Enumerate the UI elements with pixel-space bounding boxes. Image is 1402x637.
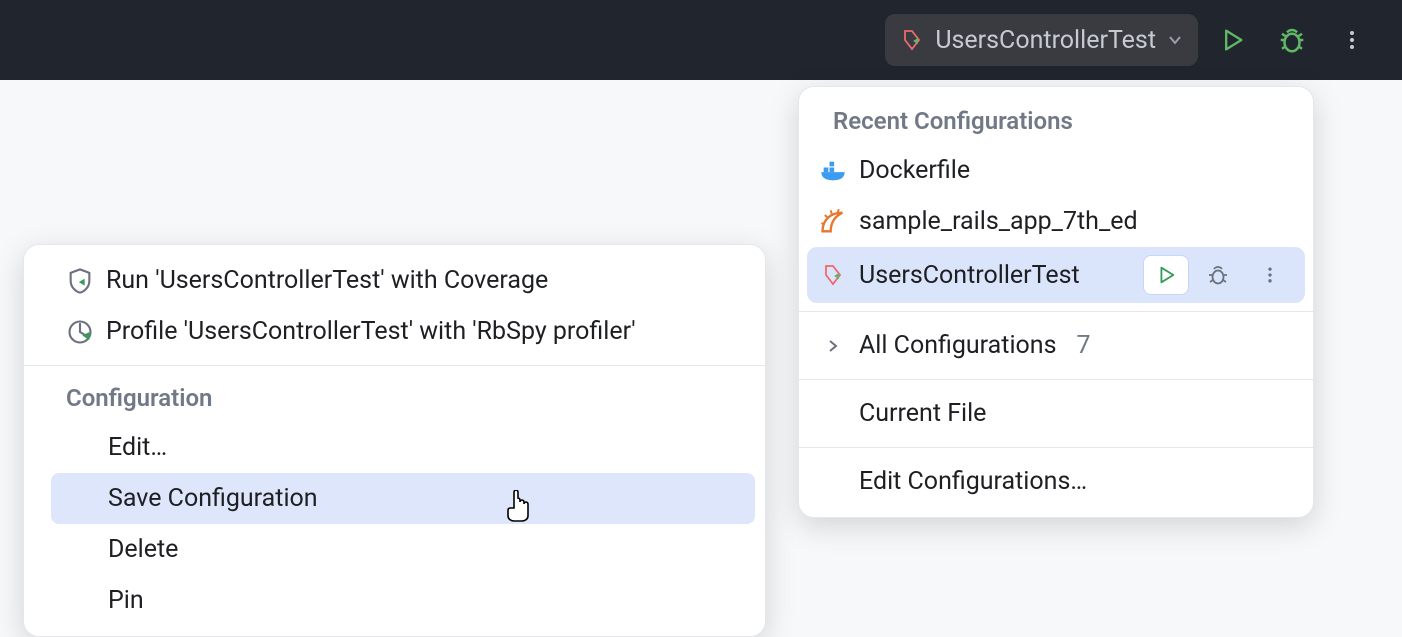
menu-separator [799,379,1313,380]
item-debug-button[interactable] [1195,255,1241,295]
all-configs-label: All Configurations [859,328,1057,363]
pin-label: Pin [108,583,144,618]
rails-icon [819,208,847,236]
delete-label: Delete [108,532,178,567]
edit-configurations-item[interactable]: Edit Configurations… [799,456,1313,507]
profiler-icon [66,318,94,346]
config-item-label: UsersControllerTest [859,258,1080,293]
run-button[interactable] [1206,14,1258,66]
chevron-down-icon [1168,33,1182,47]
current-file-item[interactable]: Current File [799,388,1313,439]
config-context-menu: Run 'UsersControllerTest' with Coverage … [23,244,766,637]
run-config-label: UsersControllerTest [935,26,1156,55]
config-item-dockerfile[interactable]: Dockerfile [799,145,1313,196]
config-item-users-controller-test[interactable]: UsersControllerTest [807,247,1305,303]
all-configs-count: 7 [1077,328,1091,363]
ruby-test-icon [899,27,925,53]
profile-label: Profile 'UsersControllerTest' with 'RbSp… [106,314,636,349]
item-run-button[interactable] [1143,255,1189,295]
menu-separator [24,365,765,366]
save-config-item[interactable]: Save Configuration [24,473,765,524]
edit-config-item[interactable]: Edit… [24,422,765,473]
docker-icon [819,157,847,185]
item-more-button[interactable] [1247,255,1293,295]
run-config-dropdown: Recent Configurations Dockerfile sample_… [798,86,1314,518]
edit-label: Edit… [108,430,167,465]
pin-config-item[interactable]: Pin [24,575,765,626]
all-configurations-item[interactable]: All Configurations 7 [799,320,1313,371]
config-item-rails-app[interactable]: sample_rails_app_7th_ed [799,196,1313,247]
config-item-actions [1143,255,1293,295]
configuration-header: Configuration [24,374,765,422]
config-item-label: sample_rails_app_7th_ed [859,204,1138,239]
profile-item[interactable]: Profile 'UsersControllerTest' with 'RbSp… [24,306,765,357]
menu-separator [799,311,1313,312]
delete-config-item[interactable]: Delete [24,524,765,575]
chevron-right-icon [819,332,847,360]
run-config-selector[interactable]: UsersControllerTest [885,14,1198,66]
current-file-label: Current File [859,396,986,431]
run-with-coverage-item[interactable]: Run 'UsersControllerTest' with Coverage [24,255,765,306]
main-toolbar: UsersControllerTest [0,0,1402,80]
save-label: Save Configuration [108,481,318,516]
coverage-icon [66,267,94,295]
ruby-test-icon [819,261,847,289]
recent-configs-header: Recent Configurations [799,97,1313,145]
edit-configs-label: Edit Configurations… [859,464,1087,499]
menu-separator [799,447,1313,448]
config-item-label: Dockerfile [859,153,970,188]
more-button[interactable] [1326,14,1378,66]
run-coverage-label: Run 'UsersControllerTest' with Coverage [106,263,548,298]
debug-button[interactable] [1266,14,1318,66]
